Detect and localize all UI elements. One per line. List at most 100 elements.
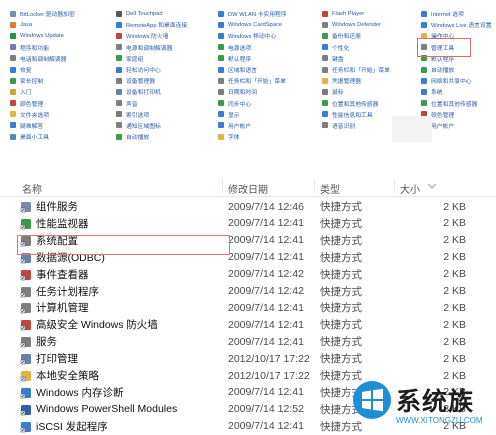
cp-item[interactable]: 通知区域图标 (116, 120, 187, 131)
cp-item-icon (218, 55, 224, 62)
cp-item[interactable]: 任务栏和「开始」菜单 (218, 75, 287, 86)
cp-item[interactable]: 语音识别 (322, 120, 390, 131)
cp-item[interactable]: 颜色管理 (10, 98, 75, 109)
cp-item[interactable]: 电源和调制解调器 (116, 42, 187, 53)
file-name: Windows 内存诊断 (36, 386, 124, 399)
cp-item[interactable]: 自动播放 (421, 64, 492, 75)
cp-item[interactable]: 同步中心 (218, 98, 287, 109)
cp-item[interactable]: 家庭组 (116, 53, 187, 64)
cp-item[interactable]: 电话和调制解调器 (10, 53, 75, 64)
cp-item-label: 恢复 (20, 68, 32, 75)
cp-item[interactable]: Flash Player (322, 8, 390, 19)
cp-item[interactable]: 性能信息和工具 (322, 109, 390, 120)
cp-item[interactable]: Windows 防火墙 (116, 30, 187, 41)
file-row[interactable]: 服务 2009/7/14 12:41 快捷方式 2 KB (0, 333, 496, 350)
cp-item[interactable]: RemoteApp 和桌面连接 (116, 19, 187, 30)
cp-item-icon (116, 44, 122, 51)
cp-item-icon (322, 77, 328, 84)
cp-item-label: 颜色管理 (431, 112, 455, 119)
column-separator[interactable] (222, 179, 223, 193)
cp-item-icon (116, 10, 122, 17)
cp-item[interactable]: 设备管理器 (116, 75, 187, 86)
cp-item-label: 索引选项 (126, 112, 150, 119)
cp-item[interactable]: Internet 选项 (421, 8, 492, 19)
column-header-bar: 名称 修改日期 类型 大小 (0, 176, 496, 197)
cp-item[interactable]: 日期和时间 (218, 86, 287, 97)
cp-item[interactable]: 入门 (10, 86, 75, 97)
cp-item[interactable]: Windows Defender (322, 19, 390, 30)
cp-item[interactable]: 默认程序 (218, 53, 287, 64)
cp-item[interactable]: 区域和语言 (218, 64, 287, 75)
cp-item[interactable]: Windows Update (10, 30, 75, 41)
cp-item[interactable]: 个性化 (322, 42, 390, 53)
cp-item-icon (10, 133, 16, 140)
file-row[interactable]: 组件服务 2009/7/14 12:46 快捷方式 2 KB (0, 198, 496, 215)
column-header-name[interactable]: 名称 (22, 181, 42, 196)
cp-item[interactable]: 用户帐户 (218, 120, 287, 131)
cp-item-icon (116, 66, 122, 73)
file-date: 2009/7/14 12:41 (228, 234, 304, 247)
cp-item[interactable] (322, 131, 390, 142)
column-header-size[interactable]: 大小 (400, 181, 420, 196)
cp-item[interactable]: 轻松访问中心 (116, 64, 187, 75)
cp-item-label: 位置和其他传感器 (431, 101, 478, 108)
cp-item[interactable]: 文件夹选项 (10, 109, 75, 120)
cp-item[interactable]: 位置和其他传感器 (322, 98, 390, 109)
cp-item[interactable]: 备份和还原 (322, 30, 390, 41)
cp-item[interactable]: 疑难解答 (10, 120, 75, 131)
file-row[interactable]: 高级安全 Windows 防火墙 2009/7/14 12:41 快捷方式 2 KB (0, 316, 496, 333)
windows-logo-icon (353, 381, 391, 419)
cp-item-label: 电话和调制解调器 (20, 56, 67, 63)
cp-item[interactable]: 声音 (116, 98, 187, 109)
file-row[interactable]: 任务计划程序 2009/7/14 12:42 快捷方式 2 KB (0, 283, 496, 300)
cp-item[interactable]: 程序和功能 (10, 42, 75, 53)
cp-item-icon (10, 88, 16, 95)
cp-item-label: 电源选项 (228, 45, 252, 52)
file-row[interactable]: 事件查看器 2009/7/14 12:42 快捷方式 2 KB (0, 266, 496, 283)
cp-item-label: 系统 (431, 90, 443, 97)
cp-item-label: 字体 (228, 135, 240, 142)
cp-item-icon (218, 122, 224, 129)
cp-item[interactable]: 凭据管理器 (322, 75, 390, 86)
cp-item-icon (322, 21, 328, 28)
cp-item-label: Windows CardSpace (228, 21, 283, 28)
file-date: 2009/7/14 12:41 (228, 386, 304, 399)
column-header-type[interactable]: 类型 (320, 181, 340, 196)
cp-item[interactable]: 恢复 (10, 64, 75, 75)
cp-item[interactable]: 电源选项 (218, 42, 287, 53)
cp-item[interactable]: 显示 (218, 109, 287, 120)
cp-item[interactable]: Dell Touchpad (116, 8, 187, 19)
cp-item-label: BitLocker 驱动器加密 (20, 12, 75, 19)
cp-item[interactable]: 系统 (421, 86, 492, 97)
cp-item[interactable]: 任务栏和「开始」菜单 (322, 64, 390, 75)
cp-item[interactable]: DW WLAN 卡实用程序 (218, 8, 287, 19)
cp-item[interactable]: Windows Live 语言设置 (421, 19, 492, 30)
cp-item-icon (421, 77, 427, 84)
cp-column-3: DW WLAN 卡实用程序 Windows CardSpace Windows 移动… (218, 8, 287, 142)
cp-item[interactable]: Java (10, 19, 75, 30)
cp-item[interactable]: 字体 (218, 131, 287, 142)
cp-item[interactable]: Windows CardSpace (218, 19, 287, 30)
cp-item[interactable]: 自动播放 (116, 131, 187, 142)
cp-item[interactable]: 桌面小工具 (10, 131, 75, 142)
cp-item[interactable]: BitLocker 驱动器加密 (10, 8, 75, 19)
file-size: 2 KB (443, 217, 466, 230)
cp-item[interactable]: 鼠标 (322, 86, 390, 97)
file-row[interactable]: 计算机管理 2009/7/14 12:41 快捷方式 2 KB (0, 299, 496, 316)
column-header-date[interactable]: 修改日期 (228, 181, 268, 196)
file-row[interactable]: 打印管理 2012/10/17 17:22 快捷方式 2 KB (0, 350, 496, 367)
file-type: 快捷方式 (320, 336, 362, 349)
cp-item[interactable]: 索引选项 (116, 109, 187, 120)
cp-item[interactable]: 设备和打印机 (116, 86, 187, 97)
cp-item[interactable]: Windows 移动中心 (218, 30, 287, 41)
cp-item[interactable]: 位置和其他传感器 (421, 98, 492, 109)
column-separator[interactable] (314, 179, 315, 193)
cp-item[interactable]: 家长控制 (10, 75, 75, 86)
cp-item-label: Java (20, 21, 33, 28)
cp-item-label: 桌面小工具 (20, 135, 49, 142)
cp-item-icon (10, 10, 16, 17)
cp-item[interactable]: 网络和共享中心 (421, 75, 492, 86)
file-row[interactable]: 性能监视器 2009/7/14 12:41 快捷方式 2 KB (0, 215, 496, 232)
column-separator[interactable] (394, 179, 395, 193)
cp-item[interactable]: 键盘 (322, 53, 390, 64)
